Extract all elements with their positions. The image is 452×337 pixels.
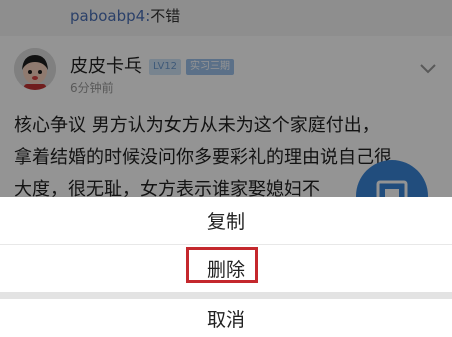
section-gap: [0, 292, 452, 299]
screen: paboabp4:不错 皮皮卡乓 LV12 实习三期 6分钟前 核心争议 男方认…: [0, 0, 452, 337]
action-sheet: 复制 删除 取消: [0, 197, 452, 337]
delete-button[interactable]: 删除: [0, 245, 452, 292]
cancel-button[interactable]: 取消: [0, 299, 452, 337]
copy-button[interactable]: 复制: [0, 197, 452, 244]
